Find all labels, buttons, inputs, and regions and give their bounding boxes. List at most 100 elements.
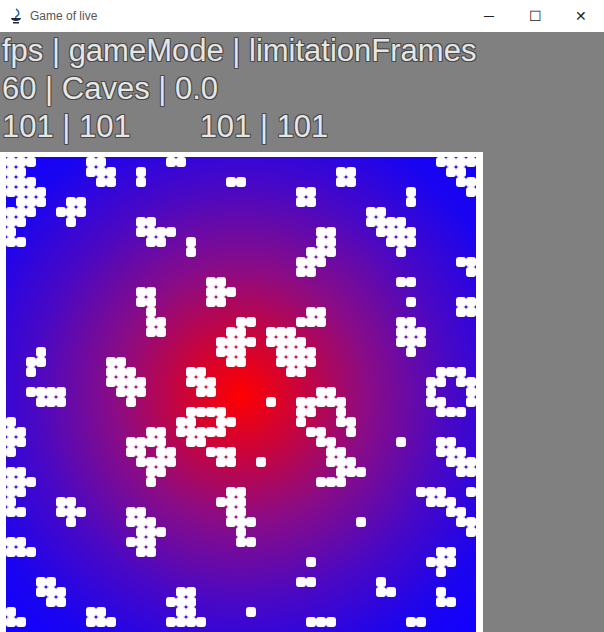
- live-cell: [156, 227, 166, 237]
- live-cell: [296, 417, 306, 427]
- live-cell: [346, 177, 356, 187]
- live-cell: [436, 437, 446, 447]
- live-cell: [456, 517, 466, 527]
- live-cell: [466, 377, 476, 387]
- live-cell: [326, 457, 336, 467]
- live-cell: [16, 207, 26, 217]
- live-cell: [396, 337, 406, 347]
- live-cell: [296, 367, 306, 377]
- live-cell: [86, 157, 96, 167]
- title-bar: Game of live ─☐✕: [0, 0, 604, 32]
- live-cell: [186, 407, 196, 417]
- live-cell: [456, 257, 466, 267]
- live-cell: [366, 217, 376, 227]
- live-cell: [456, 367, 466, 377]
- board-frame: [0, 152, 483, 632]
- live-cell: [6, 547, 16, 557]
- live-cell: [426, 387, 436, 397]
- live-cell: [216, 407, 226, 417]
- live-cell: [246, 337, 256, 347]
- live-cell: [316, 227, 326, 237]
- game-board[interactable]: [6, 157, 476, 632]
- live-cell: [376, 207, 386, 217]
- live-cell: [446, 597, 456, 607]
- live-cell: [156, 467, 166, 477]
- live-cell: [226, 357, 236, 367]
- live-cell: [236, 537, 246, 547]
- live-cell: [116, 387, 126, 397]
- close-button[interactable]: ✕: [558, 0, 604, 32]
- live-cell: [306, 357, 316, 367]
- live-cell: [136, 227, 146, 237]
- live-cell: [146, 527, 156, 537]
- live-cell: [156, 527, 166, 537]
- live-cell: [6, 177, 16, 187]
- live-cell: [6, 207, 16, 217]
- live-cell: [256, 457, 266, 467]
- live-cell: [206, 427, 216, 437]
- live-cell: [406, 327, 416, 337]
- live-cell: [56, 207, 66, 217]
- live-cell: [226, 417, 236, 427]
- live-cell: [26, 197, 36, 207]
- live-cell: [186, 587, 196, 597]
- live-cell: [296, 337, 306, 347]
- live-cell: [6, 427, 16, 437]
- hud-line: 60 | Caves | 0.0: [2, 70, 602, 108]
- live-cell: [326, 447, 336, 457]
- live-cell: [16, 617, 26, 627]
- live-cell: [136, 527, 146, 537]
- live-cell: [186, 617, 196, 627]
- live-cell: [216, 417, 226, 427]
- live-cell: [286, 367, 296, 377]
- live-cell: [376, 587, 386, 597]
- live-cell: [216, 347, 226, 357]
- live-cell: [76, 197, 86, 207]
- live-cell: [186, 377, 196, 387]
- live-cell: [446, 437, 456, 447]
- live-cell: [306, 397, 316, 407]
- live-cell: [76, 207, 86, 217]
- live-cell: [66, 517, 76, 527]
- live-cell: [336, 177, 346, 187]
- live-cell: [466, 307, 476, 317]
- maximize-button[interactable]: ☐: [512, 0, 558, 32]
- live-cell: [126, 447, 136, 457]
- live-cell: [136, 437, 146, 447]
- live-cell: [166, 457, 176, 467]
- live-cell: [6, 447, 16, 457]
- live-cell: [196, 367, 206, 377]
- minimize-button[interactable]: ─: [466, 0, 512, 32]
- live-cell: [166, 157, 176, 167]
- live-cell: [146, 437, 156, 447]
- live-cell: [16, 427, 26, 437]
- live-cell: [16, 537, 26, 547]
- live-cell: [376, 227, 386, 237]
- live-cell: [106, 377, 116, 387]
- live-cell: [346, 427, 356, 437]
- live-cell: [466, 467, 476, 477]
- live-cell: [306, 197, 316, 207]
- live-cell: [226, 497, 236, 507]
- live-cell: [306, 407, 316, 417]
- live-cell: [96, 617, 106, 627]
- live-cell: [126, 387, 136, 397]
- live-cell: [146, 317, 156, 327]
- live-cell: [206, 297, 216, 307]
- live-cell: [176, 617, 186, 627]
- live-cell: [106, 167, 116, 177]
- live-cell: [226, 457, 236, 467]
- live-cell: [86, 607, 96, 617]
- live-cell: [306, 617, 316, 627]
- live-cell: [166, 597, 176, 607]
- live-cell: [336, 457, 346, 467]
- live-cell: [446, 157, 456, 167]
- live-cell: [406, 617, 416, 627]
- live-cell: [216, 277, 226, 287]
- live-cell: [406, 317, 416, 327]
- live-cell: [46, 597, 56, 607]
- live-cell: [196, 377, 206, 387]
- live-cell: [326, 617, 336, 627]
- live-cell: [396, 247, 406, 257]
- live-cell: [136, 177, 146, 187]
